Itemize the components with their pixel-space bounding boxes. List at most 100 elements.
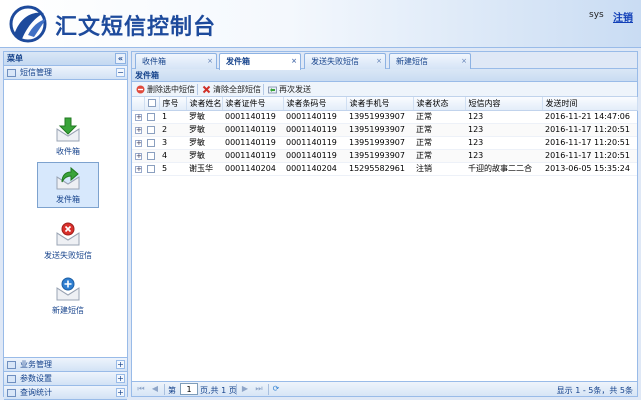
cell-send-time: 2016-11-21 14:47:06 — [542, 110, 637, 124]
nav-item-new-sms[interactable]: 新建短信 — [37, 274, 99, 320]
app-title: 汇文短信控制台 — [55, 14, 217, 40]
cell-reader-status: 注销 — [413, 162, 465, 176]
group-parameter-settings[interactable]: 参数设置 + — [4, 372, 127, 386]
sms-management-items: 收件箱 发件箱 发送失败短信 新建短信 — [4, 80, 127, 358]
group-sms-management[interactable]: 短信管理 − — [4, 66, 127, 80]
row-checkbox[interactable] — [147, 151, 155, 160]
outbox-send-icon — [56, 166, 80, 190]
row-checkbox-cell — [144, 136, 159, 150]
cell-index: 3 — [159, 136, 186, 150]
prev-page-icon[interactable]: ◀ — [150, 384, 160, 394]
group-business-management[interactable]: 业务管理 + — [4, 358, 127, 372]
group-toggle-expand[interactable]: + — [116, 388, 125, 397]
tab-inbox[interactable]: 收件箱 × — [135, 53, 217, 69]
folder-icon — [7, 389, 16, 397]
expand-icon[interactable]: + — [135, 114, 142, 121]
folder-icon — [7, 375, 16, 383]
table-row[interactable]: + 5 谢玉华 0001140204 0001140204 1529558296… — [132, 162, 637, 176]
tab-failed-sms[interactable]: 发送失败短信 × — [304, 53, 386, 69]
column-header[interactable]: 短信内容 — [465, 97, 543, 111]
cell-sms-content: 123 — [465, 136, 542, 150]
cell-reader-id: 0001140204 — [222, 162, 283, 176]
close-tab-icon[interactable]: × — [461, 54, 467, 69]
select-all-checkbox[interactable] — [147, 99, 156, 108]
toolbar-divider — [197, 84, 198, 95]
tab-label: 收件箱 — [142, 57, 166, 66]
row-checkbox[interactable] — [147, 125, 155, 134]
logout-link[interactable]: 注销 — [613, 9, 633, 24]
cell-reader-phone: 13951993907 — [346, 123, 413, 137]
nav-item-outbox[interactable]: 发件箱 — [37, 162, 99, 208]
menu-panel-header: 菜单 « — [4, 52, 127, 66]
tab-outbox[interactable]: 发件箱 × — [219, 53, 301, 70]
row-checkbox[interactable] — [147, 112, 155, 121]
panel-title: 发件箱 — [132, 69, 637, 82]
folder-icon — [7, 69, 16, 77]
app-header: 汇文短信控制台 sys 注销 — [0, 0, 641, 48]
column-header[interactable]: 读者姓名 — [186, 97, 223, 111]
tab-new-sms[interactable]: 新建短信 × — [389, 53, 471, 69]
delete-icon — [136, 85, 145, 94]
table-row[interactable]: + 2 罗敏 0001140119 0001140119 13951993907… — [132, 123, 637, 137]
close-tab-icon[interactable]: × — [291, 54, 297, 69]
cell-sms-content: 123 — [465, 110, 542, 124]
cell-reader-id: 0001140119 — [222, 149, 283, 163]
column-header[interactable]: 读者状态 — [413, 97, 466, 111]
cross-icon — [202, 85, 211, 94]
cell-reader-name: 罗敏 — [186, 136, 222, 150]
nav-item-inbox[interactable]: 收件箱 — [37, 115, 99, 161]
cell-reader-status: 正常 — [413, 123, 465, 137]
nav-label-failed-sms: 发送失败短信 — [44, 251, 92, 260]
pager-divider — [236, 384, 237, 395]
resend-button[interactable]: 再次发送 — [268, 84, 311, 95]
close-tab-icon[interactable]: × — [207, 54, 213, 69]
toolbar-divider — [263, 84, 264, 95]
group-toggle-expand[interactable]: + — [116, 374, 125, 383]
first-page-icon[interactable]: ⏮ — [136, 384, 146, 394]
group-label: 查询统计 — [20, 388, 52, 397]
cell-reader-barcode: 0001140119 — [283, 110, 346, 124]
row-checkbox[interactable] — [147, 138, 155, 147]
column-header[interactable]: 发送时间 — [542, 97, 638, 111]
nav-item-failed-sms[interactable]: 发送失败短信 — [37, 219, 99, 265]
expand-icon[interactable]: + — [135, 166, 142, 173]
collapse-menu-button[interactable]: « — [115, 53, 126, 64]
cell-index: 5 — [159, 162, 186, 176]
main-panel: 收件箱 × 发件箱 × 发送失败短信 × 新建短信 × 发件箱 删除选中短信 清… — [131, 51, 638, 397]
cell-reader-status: 正常 — [413, 149, 465, 163]
column-header[interactable]: 读者证件号 — [222, 97, 284, 111]
table-row[interactable]: + 4 罗敏 0001140119 0001140119 13951993907… — [132, 149, 637, 163]
table-row[interactable]: + 1 罗敏 0001140119 0001140119 13951993907… — [132, 110, 637, 124]
refresh-icon[interactable]: ⟳ — [271, 384, 281, 394]
column-header[interactable]: 读者手机号 — [346, 97, 414, 111]
expand-icon[interactable]: + — [135, 140, 142, 147]
next-page-icon[interactable]: ▶ — [240, 384, 250, 394]
cell-send-time: 2013-06-05 15:35:24 — [542, 162, 637, 176]
folder-icon — [7, 361, 16, 369]
clear-all-button[interactable]: 清除全部短信 — [202, 84, 261, 95]
cell-send-time: 2016-11-17 11:20:51 — [542, 136, 637, 150]
group-query-statistics[interactable]: 查询统计 + — [4, 386, 127, 400]
page-number-input[interactable] — [180, 383, 198, 395]
column-header[interactable]: 读者条码号 — [283, 97, 347, 111]
cell-send-time: 2016-11-17 11:20:51 — [542, 123, 637, 137]
row-checkbox[interactable] — [147, 164, 155, 173]
expand-icon[interactable]: + — [135, 127, 142, 134]
delete-selected-button[interactable]: 删除选中短信 — [136, 84, 195, 95]
row-expander-cell: + — [132, 149, 144, 163]
inbox-download-icon — [56, 117, 80, 142]
pager-divider — [164, 384, 165, 395]
group-toggle-collapse[interactable]: − — [116, 68, 125, 77]
last-page-icon[interactable]: ⏭ — [254, 384, 264, 394]
menu-title: 菜单 — [7, 54, 23, 63]
expand-icon[interactable]: + — [135, 153, 142, 160]
cell-reader-id: 0001140119 — [222, 123, 283, 137]
close-tab-icon[interactable]: × — [376, 54, 382, 69]
tab-label: 新建短信 — [396, 57, 428, 66]
resend-icon — [268, 86, 277, 94]
table-row[interactable]: + 3 罗敏 0001140119 0001140119 13951993907… — [132, 136, 637, 150]
column-header[interactable]: 序号 — [159, 97, 187, 111]
page-suffix: 页,共 1 页 — [200, 386, 237, 395]
new-message-icon — [56, 277, 80, 301]
group-toggle-expand[interactable]: + — [116, 360, 125, 369]
